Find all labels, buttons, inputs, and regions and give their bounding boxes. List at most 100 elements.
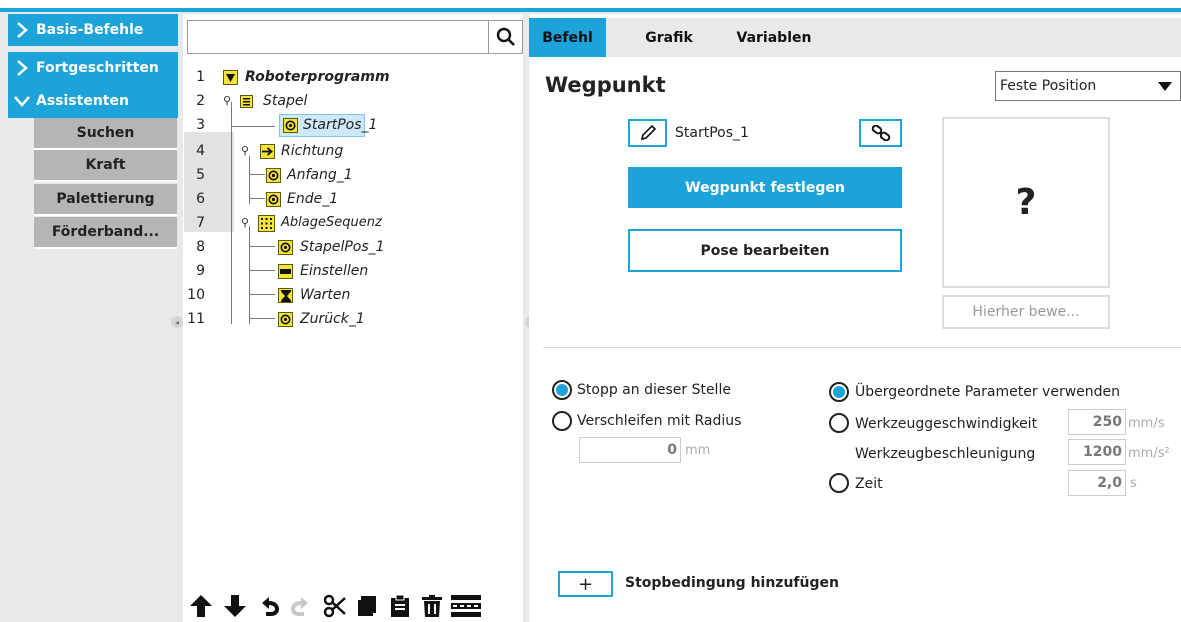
tree-row[interactable]: 11 Zurück_1 (183, 308, 523, 332)
tree-row[interactable]: 1 Roboterprogramm (183, 66, 523, 90)
category-basis-befehle[interactable]: Basis-Befehle (8, 14, 178, 46)
tab-befehl[interactable]: Befehl (529, 18, 606, 57)
set-icon (278, 264, 293, 279)
hourglass-icon (278, 288, 293, 303)
subitem-suchen[interactable]: Suchen (34, 118, 177, 150)
tree-row-selected[interactable]: 3 StartPos_1 (183, 114, 523, 138)
search-input[interactable] (187, 20, 523, 54)
tree-node-label: StapelPos_1 (300, 239, 385, 255)
search-icon[interactable] (488, 21, 522, 53)
line-number: 1 (196, 69, 205, 85)
expand-pin-icon[interactable]: ⚲ (241, 144, 249, 157)
chevron-down-icon (1158, 82, 1172, 91)
position-type-select[interactable]: Feste Position (995, 71, 1181, 101)
category-assistenten[interactable]: Assistenten (8, 84, 178, 118)
tree-row[interactable]: 8 StapelPos_1 (183, 236, 523, 260)
cut-icon[interactable] (321, 592, 349, 620)
tree-node-label: Anfang_1 (287, 167, 353, 183)
category-label: Assistenten (36, 93, 129, 109)
unit-label: mm (685, 443, 711, 458)
triangle-down-icon (223, 70, 238, 85)
move-down-icon[interactable] (221, 592, 249, 620)
line-number: 10 (187, 287, 205, 303)
subitem-kraft[interactable]: Kraft (34, 150, 177, 182)
tree-row[interactable]: 6 Ende_1 (183, 188, 523, 212)
waypoint-icon (266, 192, 281, 207)
tool-accel-input[interactable]: 1200 (1068, 439, 1126, 465)
add-stop-condition-label: Stopbedingung hinzufügen (625, 575, 839, 591)
line-number: 2 (196, 93, 205, 109)
radio-time[interactable] (829, 473, 849, 493)
radio-label: Zeit (855, 476, 883, 492)
page-title: Wegpunkt (545, 73, 666, 97)
program-tree: 1 Roboterprogramm 2 ⚲ Stapel 3 StartPos_… (183, 66, 523, 336)
waypoint-icon (266, 168, 281, 183)
waypoint-icon (278, 312, 293, 327)
tool-speed-input[interactable]: 250 (1068, 409, 1126, 435)
unit-label: s (1130, 476, 1137, 491)
stack-icon (240, 95, 253, 108)
expand-pin-icon[interactable]: ⚲ (241, 216, 249, 229)
waypoint-icon (283, 118, 298, 133)
expand-pin-icon[interactable]: ⚲ (223, 94, 231, 107)
radio-stop-here[interactable] (552, 380, 572, 400)
set-waypoint-button[interactable]: Wegpunkt festlegen (628, 167, 902, 208)
radio-parent-params[interactable] (829, 382, 849, 402)
line-number: 3 (196, 117, 205, 133)
line-number: 5 (196, 167, 205, 183)
waypoint-icon (278, 240, 293, 255)
tree-node-label: Zurück_1 (300, 311, 365, 327)
move-here-button[interactable]: Hierher bewe... (942, 295, 1110, 329)
link-button[interactable] (859, 119, 902, 147)
suppress-icon[interactable] (449, 592, 483, 620)
tree-node-label: Richtung (281, 143, 344, 159)
tree-toolbar (183, 588, 523, 622)
tree-node-label: Ende_1 (287, 191, 339, 207)
rename-button[interactable] (628, 119, 667, 147)
line-number: 4 (196, 143, 205, 159)
tab-variablen[interactable]: Variablen (719, 18, 829, 57)
subitem-foerderband[interactable]: Förderband... (34, 217, 177, 249)
unit-label: mm/s² (1128, 446, 1170, 461)
radio-tool-speed[interactable] (829, 413, 849, 433)
move-up-icon[interactable] (187, 592, 215, 620)
time-input[interactable]: 2,0 (1068, 470, 1126, 496)
blend-radius-input[interactable]: 0 (579, 437, 681, 463)
paste-icon[interactable] (386, 592, 414, 620)
tree-row[interactable]: 9 Einstellen (183, 260, 523, 284)
tree-row[interactable]: 7 ⚲ AblageSequenz (183, 212, 523, 236)
pencil-icon (640, 124, 656, 141)
radio-blend-radius[interactable] (552, 411, 572, 431)
tree-node-label: Warten (300, 287, 351, 303)
tree-node-label: Stapel (263, 93, 308, 109)
undo-icon[interactable] (255, 592, 283, 620)
tree-row[interactable]: 10 Warten (183, 284, 523, 308)
category-fortgeschritten[interactable]: Fortgeschritten (8, 52, 178, 84)
waypoint-name: StartPos_1 (675, 125, 749, 141)
tree-node-label: Roboterprogramm (245, 69, 390, 85)
tree-row[interactable]: 2 ⚲ Stapel (183, 90, 523, 114)
grid-icon (258, 215, 275, 232)
category-label: Basis-Befehle (36, 22, 144, 38)
delete-icon[interactable] (418, 592, 446, 620)
command-category-panel: Basis-Befehle Fortgeschritten Assistente… (8, 14, 178, 622)
line-number: 8 (196, 239, 205, 255)
tree-node-label: Einstellen (300, 263, 369, 279)
redo-icon[interactable] (287, 592, 315, 620)
unit-label: mm/s (1128, 416, 1165, 431)
tree-row[interactable]: 5 Anfang_1 (183, 164, 523, 188)
tab-bar: Befehl Grafik Variablen (529, 18, 1181, 57)
copy-icon[interactable] (353, 592, 381, 620)
waypoint-preview: ? (942, 117, 1110, 288)
add-stop-condition-button[interactable]: + (558, 571, 613, 597)
radio-label: Stopp an dieser Stelle (577, 382, 731, 398)
chevron-down-icon (8, 95, 36, 107)
collapse-left-icon[interactable]: ◂ (171, 316, 183, 328)
edit-pose-button[interactable]: Pose bearbeiten (628, 229, 902, 272)
link-icon (871, 125, 890, 141)
tab-grafik[interactable]: Grafik (629, 18, 709, 57)
subitem-palettierung[interactable]: Palettierung (34, 184, 177, 216)
radio-label: Werkzeuggeschwindigkeit (855, 416, 1038, 432)
tree-row[interactable]: 4 ⚲ Richtung (183, 140, 523, 164)
radio-label: Verschleifen mit Radius (577, 413, 742, 429)
